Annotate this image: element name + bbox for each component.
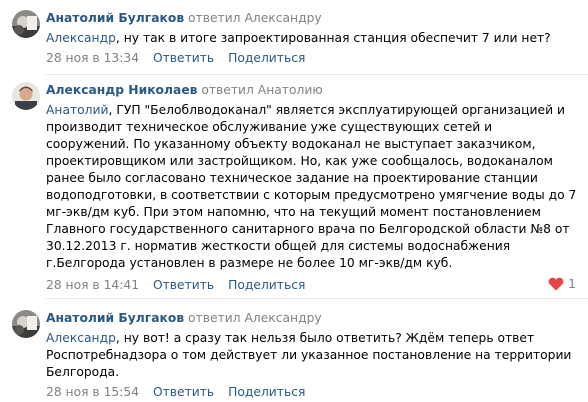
comment-time[interactable]: 28 ноя в 14:41	[46, 278, 139, 292]
comment-meta: 28 ноя в 13:34 Ответить Поделиться	[46, 50, 578, 67]
share-button[interactable]: Поделиться	[228, 51, 305, 65]
comment-header: Анатолий Булгаков ответил Александру	[46, 310, 578, 327]
mention-link[interactable]: Анатолий	[46, 103, 109, 117]
reply-button[interactable]: Ответить	[153, 385, 214, 399]
author-name[interactable]: Анатолий Булгаков	[46, 11, 184, 25]
comment: Анатолий Булгаков ответил Александру Але…	[0, 0, 588, 70]
comment-meta: 28 ноя в 14:41 Ответить Поделиться	[46, 277, 578, 294]
mention-link[interactable]: Александр	[46, 331, 116, 345]
avatar[interactable]	[12, 310, 40, 338]
replied-label: ответил	[188, 11, 241, 25]
like-button[interactable]: 1	[548, 277, 576, 291]
comment-time[interactable]: 28 ноя в 13:34	[46, 51, 139, 65]
avatar[interactable]	[12, 82, 40, 110]
mention-link[interactable]: Александр	[46, 31, 116, 45]
author-name[interactable]: Анатолий Булгаков	[46, 311, 184, 325]
comment-text: Анатолий, ГУП "Белоблводоканал" является…	[46, 103, 577, 270]
author-name[interactable]: Александр Николаев	[46, 83, 197, 97]
comment-header: Александр Николаев ответил Анатолию	[46, 82, 578, 99]
comment: Анатолий Булгаков ответил Александру Але…	[0, 300, 588, 400]
comment-meta: 28 ноя в 15:54 Ответить Поделиться	[46, 384, 578, 401]
share-button[interactable]: Поделиться	[228, 385, 305, 399]
divider	[46, 298, 588, 299]
comment-text: Александр, ну так в итоге запроектирован…	[46, 31, 551, 45]
reply-button[interactable]: Ответить	[153, 278, 214, 292]
like-count: 1	[568, 277, 576, 291]
comment-time[interactable]: 28 ноя в 15:54	[46, 385, 139, 399]
reply-to-link[interactable]: Анатолию	[258, 83, 323, 97]
reply-to-link[interactable]: Александру	[244, 11, 321, 25]
comment-text: Александр, ну вот! а сразу так нельзя бы…	[46, 331, 572, 379]
replied-label: ответил	[188, 311, 241, 325]
replied-label: ответил	[201, 83, 254, 97]
divider	[46, 74, 588, 75]
heart-icon	[548, 277, 564, 291]
comment: Александр Николаев ответил Анатолию Анат…	[0, 76, 588, 298]
share-button[interactable]: Поделиться	[228, 278, 305, 292]
comment-header: Анатолий Булгаков ответил Александру	[46, 10, 578, 27]
reply-to-link[interactable]: Александру	[244, 311, 321, 325]
avatar[interactable]	[12, 10, 40, 38]
reply-button[interactable]: Ответить	[153, 51, 214, 65]
